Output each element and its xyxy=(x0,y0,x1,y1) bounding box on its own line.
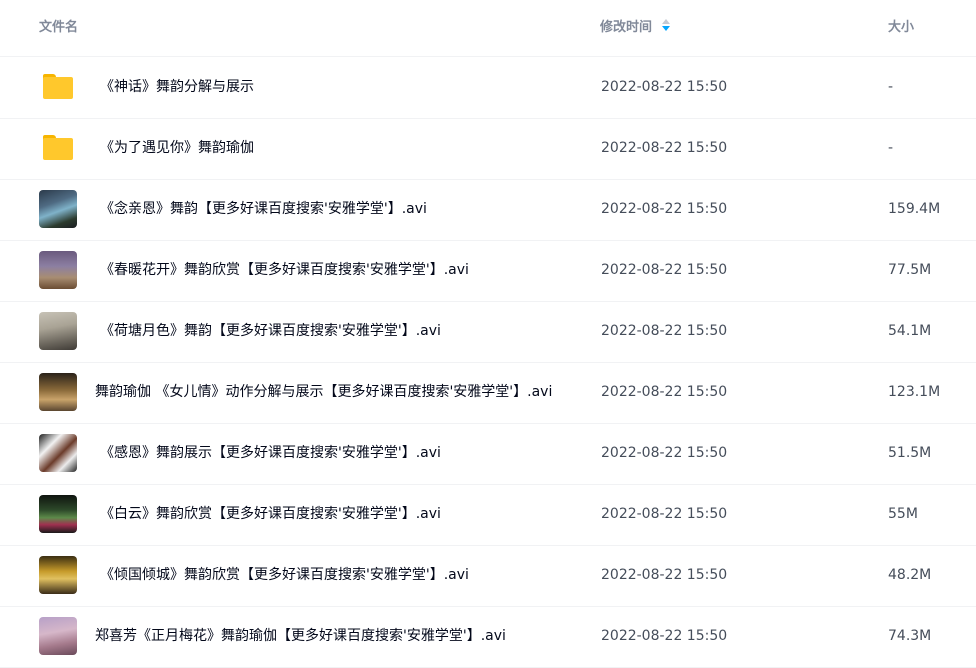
modified-time: 2022-08-22 15:50 xyxy=(601,323,728,339)
file-size: 55M xyxy=(888,506,918,522)
file-size: - xyxy=(888,140,894,156)
file-name[interactable]: 《感恩》舞韵展示【更多好课百度搜索'安雅学堂'】.avi xyxy=(100,443,441,463)
file-row[interactable]: 《白云》舞韵欣赏【更多好课百度搜索'安雅学堂'】.avi 2022-08-22 1… xyxy=(0,484,976,546)
file-name[interactable]: 《白云》舞韵欣赏【更多好课百度搜索'安雅学堂'】.avi xyxy=(100,504,441,524)
file-row[interactable]: 《倾国倾城》舞韵欣赏【更多好课百度搜索'安雅学堂'】.avi 2022-08-22… xyxy=(0,545,976,607)
file-size: 77.5M xyxy=(888,262,932,278)
file-size: 74.3M xyxy=(888,628,932,644)
file-name[interactable]: 《神话》舞韵分解与展示 xyxy=(100,77,254,97)
file-row[interactable]: 郑喜芳《正月梅花》舞韵瑜伽【更多好课百度搜索'安雅学堂'】.avi 2022-08… xyxy=(0,606,976,668)
file-row[interactable]: 《感恩》舞韵展示【更多好课百度搜索'安雅学堂'】.avi 2022-08-22 1… xyxy=(0,423,976,485)
file-name[interactable]: 舞韵瑜伽 《女儿情》动作分解与展示【更多好课百度搜索'安雅学堂'】.avi xyxy=(95,382,552,402)
video-thumbnail xyxy=(39,556,77,594)
file-size: 123.1M xyxy=(888,384,941,400)
file-size: 54.1M xyxy=(888,323,932,339)
sort-icon[interactable] xyxy=(662,19,671,33)
file-name[interactable]: 郑喜芳《正月梅花》舞韵瑜伽【更多好课百度搜索'安雅学堂'】.avi xyxy=(95,626,506,646)
video-thumbnail xyxy=(39,373,77,411)
modified-time: 2022-08-22 15:50 xyxy=(601,140,728,156)
video-thumbnail xyxy=(39,190,77,228)
file-row[interactable]: 《荷塘月色》舞韵【更多好课百度搜索'安雅学堂'】.avi 2022-08-22 1… xyxy=(0,301,976,363)
file-row[interactable]: 《念亲恩》舞韵【更多好课百度搜索'安雅学堂'】.avi 2022-08-22 15… xyxy=(0,179,976,241)
modified-time: 2022-08-22 15:50 xyxy=(601,506,728,522)
file-list-header: 文件名 修改时间 大小 xyxy=(0,0,976,57)
file-list: 文件名 修改时间 大小 《神话》舞韵分解与展示 2022-08-22 15:50 -… xyxy=(0,0,976,668)
column-header-modified-time[interactable]: 修改时间 xyxy=(600,19,671,37)
modified-time: 2022-08-22 15:50 xyxy=(601,262,728,278)
video-thumbnail xyxy=(39,495,77,533)
modified-time: 2022-08-22 15:50 xyxy=(601,201,728,217)
file-name[interactable]: 《念亲恩》舞韵【更多好课百度搜索'安雅学堂'】.avi xyxy=(100,199,427,219)
file-name[interactable]: 《春暖花开》舞韵欣赏【更多好课百度搜索'安雅学堂'】.avi xyxy=(100,260,469,280)
column-header-size[interactable]: 大小 xyxy=(888,19,914,37)
video-thumbnail xyxy=(39,434,77,472)
file-size: 159.4M xyxy=(888,201,941,217)
file-name[interactable]: 《荷塘月色》舞韵【更多好课百度搜索'安雅学堂'】.avi xyxy=(100,321,441,341)
file-row[interactable]: 《春暖花开》舞韵欣赏【更多好课百度搜索'安雅学堂'】.avi 2022-08-22… xyxy=(0,240,976,302)
video-thumbnail xyxy=(39,617,77,655)
modified-time: 2022-08-22 15:50 xyxy=(601,384,728,400)
folder-icon xyxy=(43,135,73,160)
modified-time: 2022-08-22 15:50 xyxy=(601,79,728,95)
file-size: 48.2M xyxy=(888,567,932,583)
column-header-modified-time-label: 修改时间 xyxy=(600,20,653,35)
video-thumbnail xyxy=(39,312,77,350)
file-name[interactable]: 《为了遇见你》舞韵瑜伽 xyxy=(100,138,254,158)
video-thumbnail xyxy=(39,251,77,289)
modified-time: 2022-08-22 15:50 xyxy=(601,567,728,583)
modified-time: 2022-08-22 15:50 xyxy=(601,445,728,461)
modified-time: 2022-08-22 15:50 xyxy=(601,628,728,644)
file-size: - xyxy=(888,79,894,95)
folder-row[interactable]: 《为了遇见你》舞韵瑜伽 2022-08-22 15:50 - xyxy=(0,118,976,180)
folder-icon xyxy=(43,74,73,99)
column-header-name[interactable]: 文件名 xyxy=(39,19,78,37)
file-size: 51.5M xyxy=(888,445,932,461)
file-name[interactable]: 《倾国倾城》舞韵欣赏【更多好课百度搜索'安雅学堂'】.avi xyxy=(100,565,469,585)
folder-row[interactable]: 《神话》舞韵分解与展示 2022-08-22 15:50 - xyxy=(0,57,976,119)
file-row[interactable]: 舞韵瑜伽 《女儿情》动作分解与展示【更多好课百度搜索'安雅学堂'】.avi 202… xyxy=(0,362,976,424)
